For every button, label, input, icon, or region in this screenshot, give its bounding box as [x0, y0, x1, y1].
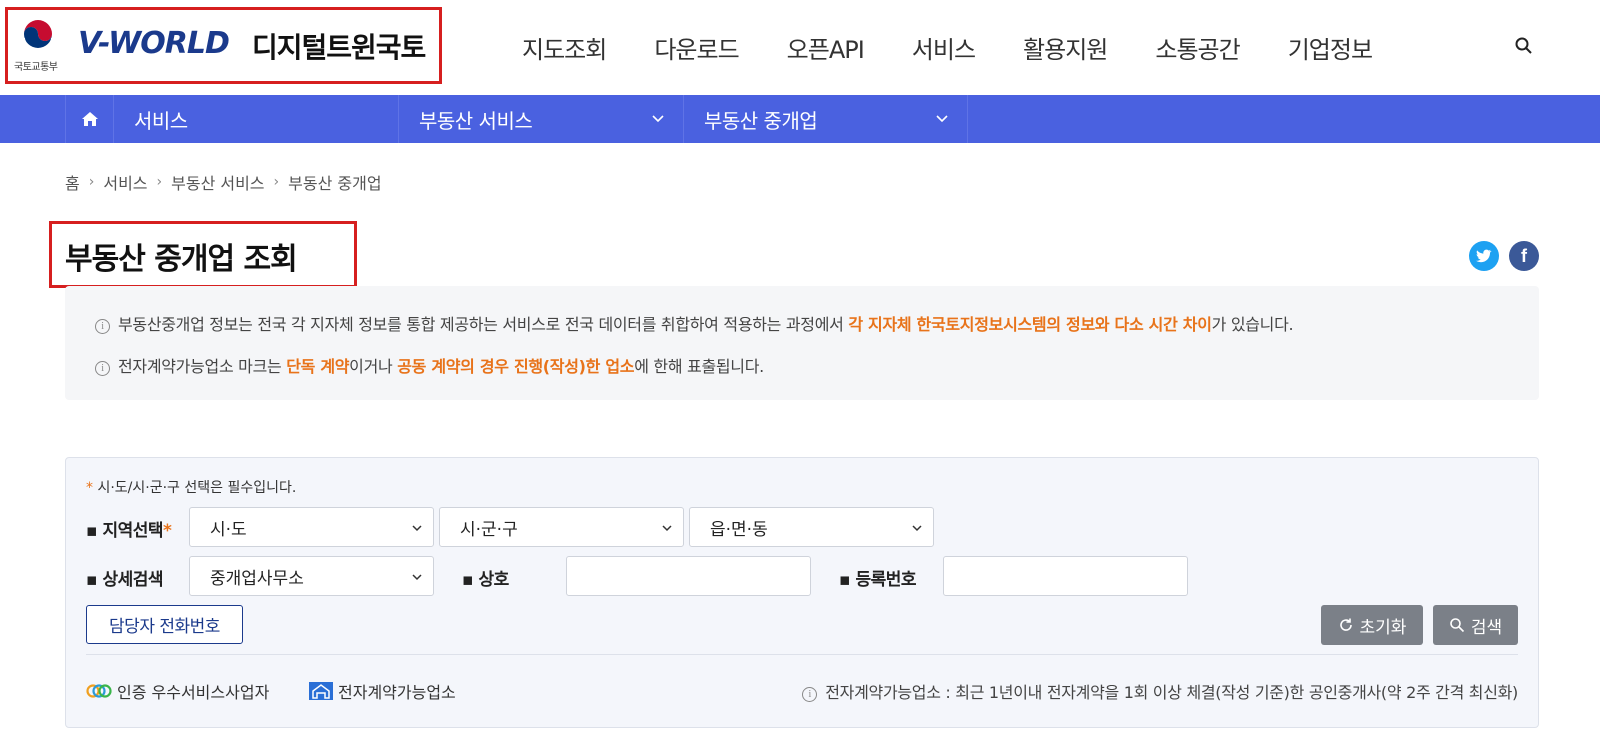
notice-2-text-c: 에 한해 표출됩니다. — [634, 357, 764, 376]
required-star: * — [86, 480, 98, 496]
info-icon: i — [95, 319, 110, 334]
chevron-right-icon: › — [156, 174, 163, 190]
subnav-broker-dropdown[interactable]: 부동산 중개업 — [684, 95, 968, 143]
legend-certified-text: 인증 우수서비스사업자 — [117, 683, 270, 702]
nav-item-openapi[interactable]: 오픈API — [787, 30, 865, 65]
reset-button-label: 초기화 — [1359, 617, 1407, 638]
notice-2-highlight-2: 공동 계약의 경우 진행(작성)한 업소 — [397, 357, 635, 376]
page-title: 부동산 중개업 조회 — [65, 242, 298, 277]
notice-2-text-a: 전자계약가능업소 마크는 — [118, 357, 287, 376]
business-name-input[interactable] — [566, 556, 811, 596]
notice-1-text-b: 가 있습니다. — [1211, 315, 1294, 334]
breadcrumb-broker[interactable]: 부동산 중개업 — [288, 170, 381, 194]
econtract-definition-text: 전자계약가능업소 : 최근 1년이내 전자계약을 1회 이상 체결(작성 기준)… — [825, 683, 1518, 702]
info-icon: i — [802, 687, 818, 702]
search-icon[interactable] — [1514, 36, 1534, 56]
info-icon: i — [95, 361, 110, 376]
panel-divider — [86, 654, 1518, 655]
search-button[interactable]: 검색 — [1433, 605, 1518, 645]
breadcrumb-realestate[interactable]: 부동산 서비스 — [171, 170, 264, 194]
legend-econtract-text: 전자계약가능업소 — [338, 683, 456, 702]
refresh-icon — [1339, 618, 1352, 631]
detail-search-label: ▪ 상세검색 — [86, 570, 164, 590]
econtract-house-icon — [309, 682, 333, 700]
emd-select-value: 읍·면·동 — [710, 519, 768, 540]
nav-item-support[interactable]: 활용지원 — [1023, 30, 1108, 65]
agent-phone-button[interactable]: 담당자 전화번호 — [86, 605, 243, 644]
registration-number-label-text: 등록번호 — [855, 570, 917, 590]
ministry-label: 국토교통부 — [14, 62, 58, 73]
certified-badge-icon — [86, 684, 112, 698]
twitter-icon — [1476, 249, 1492, 263]
legend-certified: 인증 우수서비스사업자 — [86, 679, 269, 703]
search-icon — [1450, 618, 1464, 633]
notice-line-2: i 전자계약가능업소 마크는 단독 계약이거나 공동 계약의 경우 진행(작성)한… — [95, 353, 764, 377]
nav-item-community[interactable]: 소통공간 — [1155, 30, 1240, 65]
chevron-down-icon — [936, 115, 948, 123]
nav-item-service[interactable]: 서비스 — [912, 30, 976, 65]
chevron-right-icon: › — [88, 174, 95, 190]
chevron-down-icon — [912, 525, 922, 532]
subnav-broker-label: 부동산 중개업 — [704, 108, 818, 133]
reset-button[interactable]: 초기화 — [1321, 605, 1423, 645]
notice-line-1: i 부동산중개업 정보는 전국 각 지자체 정보를 통합 제공하는 서비스로 전국… — [95, 311, 1294, 335]
notice-box: i 부동산중개업 정보는 전국 각 지자체 정보를 통합 제공하는 서비스로 전국… — [65, 286, 1539, 400]
chevron-down-icon — [662, 525, 672, 532]
econtract-definition-note: i 전자계약가능업소 : 최근 1년이내 전자계약을 1회 이상 체결(작성 기준… — [802, 679, 1518, 703]
required-note: * 시·도/시·군·구 선택은 필수입니다. — [86, 477, 296, 497]
home-icon — [81, 112, 98, 126]
registration-number-input[interactable] — [943, 556, 1188, 596]
brand-suffix[interactable]: 디지털트윈국토 — [252, 26, 426, 66]
facebook-icon: f — [1521, 245, 1527, 266]
subnav-realestate-dropdown[interactable]: 부동산 서비스 — [399, 95, 684, 143]
region-label-text: 지역선택 — [102, 521, 164, 541]
sigungu-select-value: 시·군·구 — [460, 519, 518, 540]
sub-navigation-bar: 서비스 부동산 서비스 부동산 중개업 — [0, 95, 1600, 143]
chevron-right-icon: › — [273, 174, 280, 190]
site-header: 국토교통부 V-WORLD 디지털트윈국토 지도조회 다운로드 오픈API 서비… — [0, 0, 1600, 95]
facebook-share-button[interactable]: f — [1509, 241, 1539, 271]
notice-2-text-b: 이거나 — [349, 357, 398, 376]
region-label: ▪ 지역선택* — [86, 521, 172, 541]
detail-type-select[interactable]: 중개업사무소 — [189, 556, 434, 596]
detail-type-value: 중개업사무소 — [210, 568, 304, 589]
nav-item-company[interactable]: 기업정보 — [1288, 30, 1373, 65]
breadcrumb-service[interactable]: 서비스 — [103, 170, 147, 194]
registration-number-label: ▪ 등록번호 — [839, 570, 917, 590]
chevron-down-icon — [412, 525, 422, 532]
notice-1-highlight: 각 지자체 한국토지정보시스템의 정보와 다소 시간 차이 — [848, 315, 1212, 334]
subnav-realestate-label: 부동산 서비스 — [419, 108, 533, 133]
notice-2-highlight-1: 단독 계약 — [286, 357, 350, 376]
breadcrumb-home[interactable]: 홈 — [65, 170, 80, 194]
legend-econtract: 전자계약가능업소 — [309, 679, 456, 703]
business-name-label: ▪ 상호 — [462, 570, 509, 590]
nav-item-download[interactable]: 다운로드 — [654, 30, 739, 65]
sido-select[interactable]: 시·도 — [189, 507, 434, 547]
required-note-text: 시·도/시·군·구 선택은 필수입니다. — [97, 480, 297, 496]
twitter-share-button[interactable] — [1469, 241, 1499, 271]
subnav-service[interactable]: 서비스 — [114, 95, 399, 143]
emd-select[interactable]: 읍·면·동 — [689, 507, 934, 547]
search-button-label: 검색 — [1470, 617, 1503, 638]
required-star: * — [163, 521, 172, 541]
search-panel: * 시·도/시·군·구 선택은 필수입니다. ▪ 지역선택* 시·도 시·군·구… — [65, 457, 1539, 728]
notice-1-text-a: 부동산중개업 정보는 전국 각 지자체 정보를 통합 제공하는 서비스로 전국 … — [118, 315, 849, 334]
detail-search-label-text: 상세검색 — [102, 570, 164, 590]
nav-item-map[interactable]: 지도조회 — [522, 30, 607, 65]
business-name-label-text: 상호 — [478, 570, 509, 590]
main-nav: 지도조회 다운로드 오픈API 서비스 활용지원 소통공간 기업정보 — [522, 30, 1420, 65]
sigungu-select[interactable]: 시·군·구 — [439, 507, 684, 547]
chevron-down-icon — [412, 574, 422, 581]
vworld-logo[interactable]: V-WORLD — [78, 26, 230, 61]
chevron-down-icon — [652, 115, 664, 123]
subnav-service-label: 서비스 — [134, 108, 188, 133]
breadcrumb: 홈 › 서비스 › 부동산 서비스 › 부동산 중개업 — [65, 170, 382, 194]
korea-emblem-icon — [22, 20, 54, 53]
sido-select-value: 시·도 — [210, 519, 247, 540]
home-button[interactable] — [65, 95, 114, 143]
